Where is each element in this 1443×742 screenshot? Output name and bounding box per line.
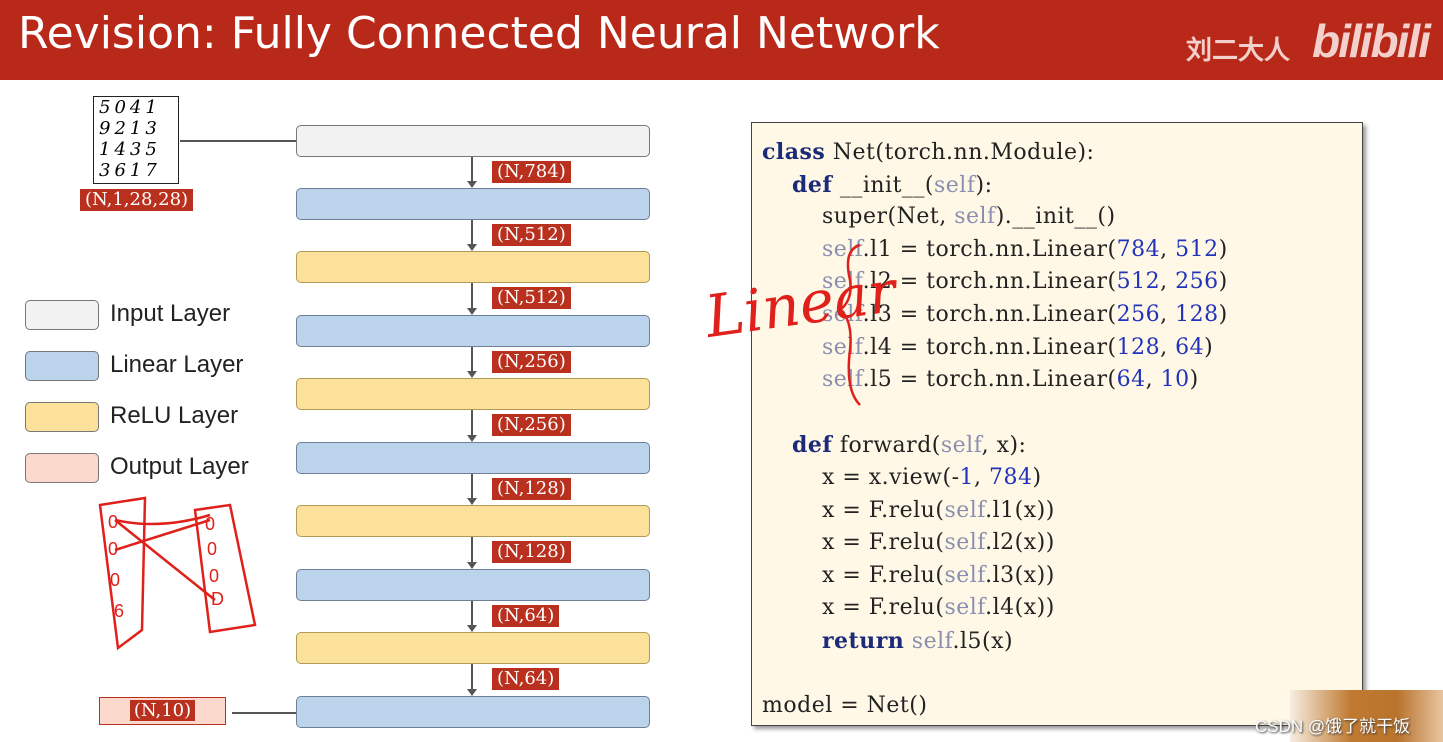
digit-row: 9213 xyxy=(99,118,161,139)
legend-linear: Linear Layer xyxy=(110,351,244,378)
code-line: class Net(torch.nn.Module): xyxy=(762,139,1095,165)
input-arrow xyxy=(180,140,296,142)
input-layer xyxy=(296,125,650,157)
digit-row: 3617 xyxy=(99,160,161,181)
code-line: def forward(self, x): xyxy=(791,432,1027,459)
linear-layer xyxy=(296,188,650,220)
flow-arrow xyxy=(467,347,477,378)
tensor-shape-label: (N,784) xyxy=(492,161,571,183)
legend-relu: ReLU Layer xyxy=(110,402,239,429)
svg-text:0: 0 xyxy=(108,539,118,559)
code-line: super(Net, self).__init__() xyxy=(762,204,1116,230)
relu-layer xyxy=(296,378,650,410)
handwritten-brace xyxy=(837,243,861,406)
code-line: def __init__(self): xyxy=(791,171,993,198)
tensor-shape-label: (N,256) xyxy=(492,414,571,436)
flow-arrow xyxy=(467,157,477,188)
tensor-shape-label: (N,256) xyxy=(492,351,571,373)
flow-arrow xyxy=(467,410,477,442)
tensor-shape-label: (N,512) xyxy=(492,287,571,309)
output-shape-label: (N,10) xyxy=(129,700,196,721)
linear-layer xyxy=(296,442,650,474)
code-line: self.l1 = torch.nn.Linear(784, 512) xyxy=(821,236,1228,262)
output-layer: (N,10) xyxy=(99,697,226,725)
bilibili-logo: bilibili xyxy=(1312,15,1431,67)
watermark: CSDN @饿了就干饭 xyxy=(1255,717,1411,736)
legend-input: Input Layer xyxy=(110,300,231,327)
svg-text:0: 0 xyxy=(207,539,217,559)
svg-text:0: 0 xyxy=(209,566,219,586)
tensor-shape-label: (N,64) xyxy=(492,668,560,690)
tensor-shape-label: (N,64) xyxy=(492,605,560,627)
code-line: self.l4 = torch.nn.Linear(128, 64) xyxy=(821,334,1214,360)
code-line: model = Net() xyxy=(762,693,928,719)
svg-text:0: 0 xyxy=(108,512,118,532)
handwritten-network-sketch: 0 0 0 6 0 0 0 D xyxy=(98,496,257,651)
legend-swatch-relu xyxy=(25,402,99,432)
digit-row: 1435 xyxy=(99,139,161,160)
linear-layer xyxy=(296,315,650,347)
flow-arrow xyxy=(467,601,477,632)
svg-text:6: 6 xyxy=(114,601,124,621)
legend-output: Output Layer xyxy=(110,453,249,480)
flow-arrow xyxy=(467,283,477,315)
flow-arrow xyxy=(467,474,477,505)
linear-layer xyxy=(296,696,650,728)
digit-row: 5041 xyxy=(99,97,161,118)
svg-text:0: 0 xyxy=(205,514,215,534)
legend-swatch-output xyxy=(25,453,99,483)
tensor-shape-label: (N,128) xyxy=(492,541,571,563)
legend-swatch-input xyxy=(25,300,99,330)
code-line: x = F.relu(self.l2(x)) xyxy=(762,530,1055,556)
code-line: self.l5 = torch.nn.Linear(64, 10) xyxy=(821,367,1199,393)
relu-layer xyxy=(296,632,650,664)
flow-arrow xyxy=(467,664,477,696)
flow-arrow xyxy=(467,220,477,251)
tensor-shape-label: (N,512) xyxy=(492,224,571,246)
svg-text:D: D xyxy=(211,589,224,609)
code-line: x = F.relu(self.l4(x)) xyxy=(762,595,1055,621)
code-line: return self.l5(x) xyxy=(821,628,1014,654)
relu-layer xyxy=(296,505,650,537)
code-block: class Net(torch.nn.Module): def __init__… xyxy=(751,122,1363,726)
output-arrow xyxy=(232,712,296,714)
slide-header: Revision: Fully Connected Neural Network… xyxy=(0,0,1443,80)
input-shape-label: (N,1,28,28) xyxy=(80,189,194,211)
svg-text:0: 0 xyxy=(110,570,120,590)
linear-layer xyxy=(296,569,650,601)
code-line: x = x.view(-1, 784) xyxy=(762,465,1042,490)
mnist-digits-image: 5041 9213 1435 3617 xyxy=(93,96,179,184)
legend-swatch-linear xyxy=(25,351,99,381)
relu-layer xyxy=(296,251,650,283)
flow-arrow xyxy=(467,537,477,569)
tensor-shape-label: (N,128) xyxy=(492,478,571,500)
slide-title: Revision: Fully Connected Neural Network xyxy=(18,8,940,59)
author-label: 刘二大人 xyxy=(1186,35,1291,65)
code-line: x = F.relu(self.l1(x)) xyxy=(762,497,1055,523)
code-line: x = F.relu(self.l3(x)) xyxy=(762,562,1055,588)
